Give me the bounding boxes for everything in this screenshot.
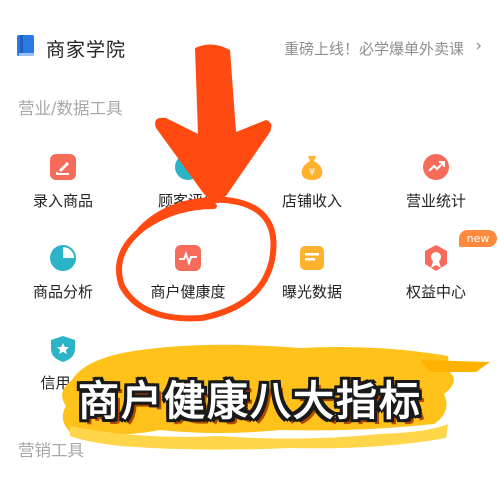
- customer-review-icon: [175, 154, 201, 180]
- tool-label: 录入商品: [32, 192, 93, 210]
- book-icon: [17, 35, 34, 56]
- tool-label: 顾客评价: [157, 192, 218, 210]
- svg-text:¥: ¥: [309, 167, 315, 178]
- tool-item-product-analysis[interactable]: 商品分析: [8, 244, 118, 324]
- edit-icon: [50, 154, 76, 180]
- tool-label: 店铺收入: [281, 192, 342, 210]
- new-badge: new: [459, 230, 497, 247]
- banner-text: 商户健康八大指标: [78, 377, 422, 425]
- shield-star-icon: [51, 336, 75, 362]
- tool-item-merchant-health[interactable]: 商户健康度: [133, 244, 243, 324]
- document-icon: [300, 246, 324, 270]
- tool-label: 营业统计: [405, 192, 466, 210]
- tool-item-store-income[interactable]: ¥ 店铺收入: [257, 153, 367, 233]
- pulse-icon: [175, 245, 201, 271]
- tool-item-exposure-data[interactable]: 曝光数据: [257, 244, 367, 324]
- tool-label: 曝光数据: [281, 283, 342, 301]
- tool-item-add-product[interactable]: 录入商品: [8, 153, 118, 233]
- badge-medal-icon: [425, 245, 447, 271]
- tool-label: 权益中心: [405, 283, 466, 301]
- chevron-right-icon[interactable]: ›: [475, 36, 482, 56]
- tool-item-business-stats[interactable]: 营业统计: [381, 153, 491, 233]
- pie-chart-icon: [50, 245, 76, 271]
- app-title: 商家学院: [46, 39, 127, 61]
- tool-label: 商户健康度: [150, 283, 226, 301]
- money-bag-icon: ¥: [301, 156, 323, 180]
- tool-label: 商品分析: [32, 283, 93, 301]
- section-title-data-tools: 营业/数据工具: [18, 99, 123, 118]
- tool-item-rights-center[interactable]: 权益中心: [381, 244, 491, 324]
- promo-link[interactable]: 重磅上线！必学爆单外卖课: [284, 38, 464, 59]
- section-title-marketing-tools: 营销工具: [18, 441, 84, 460]
- header: 商家学院 重磅上线！必学爆单外卖课 ›: [0, 0, 498, 90]
- trend-up-icon: [423, 154, 449, 180]
- tool-item-customer-review[interactable]: 顾客评价: [133, 153, 243, 233]
